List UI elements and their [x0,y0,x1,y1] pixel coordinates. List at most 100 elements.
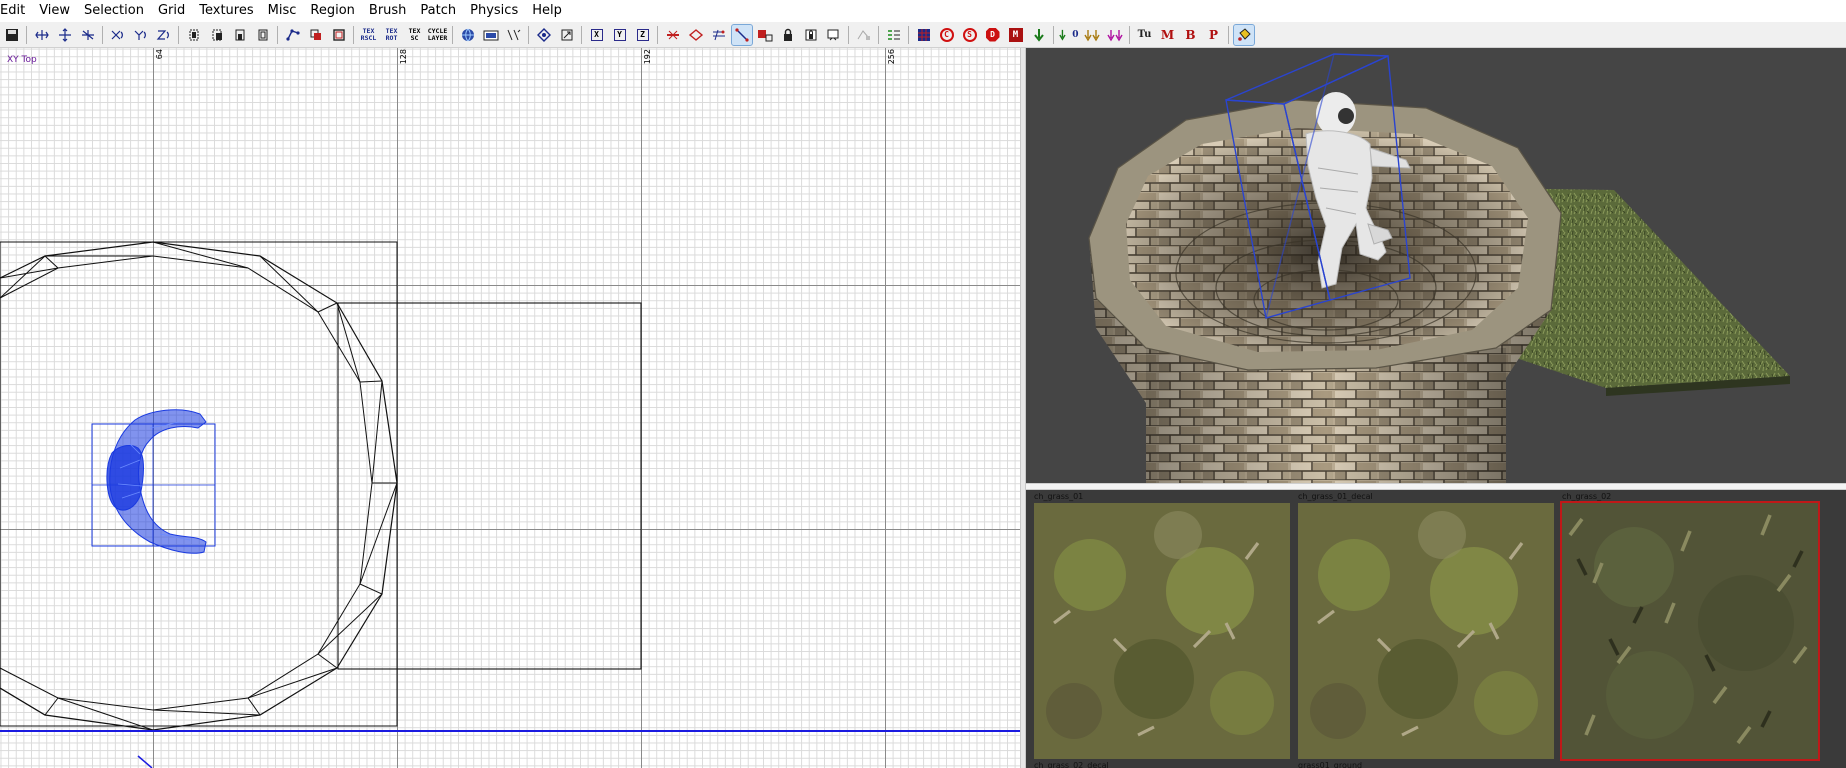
menu-patch[interactable]: Patch [413,0,463,22]
filter-no-icon[interactable]: S [960,25,980,45]
csg-subtract-icon[interactable] [283,25,303,45]
filter-m-icon[interactable]: M [1006,25,1026,45]
patch-lock-icon[interactable] [801,25,821,45]
toolbar-separator [848,25,849,44]
rotate-x-icon[interactable] [108,25,128,45]
texture-preview [1298,503,1554,759]
select-complete-tall-icon[interactable] [184,25,204,45]
camera-direction-line [137,755,153,768]
model-wireframe [106,409,207,554]
edge-select-icon[interactable] [663,25,683,45]
toolbar-separator [452,25,453,44]
clipper-icon[interactable] [504,25,524,45]
camera-view-icon[interactable] [481,25,501,45]
texture-tile[interactable]: ch_grass_01_decal [1298,490,1554,768]
filter-d-icon[interactable]: D [983,25,1003,45]
paint-bucket-icon[interactable] [1232,23,1255,46]
main-toolbar: TEX RSCL TEX ROT TEX SC CYCLE LAYER X Y Z C … [0,22,1846,48]
select-partial-tall-icon[interactable] [230,25,250,45]
toolbar-separator [26,25,27,44]
texture-name: ch_grass_02_decal [1034,761,1109,768]
vertex-select-icon[interactable] [686,25,706,45]
texture-preview [1034,503,1290,759]
texture-rotate-button[interactable]: TEX ROT [382,25,402,45]
xy-top-view[interactable]: XY Top 64 128 192 256 [0,48,1020,768]
b-button[interactable]: B [1181,25,1201,45]
texture-tile[interactable]: ch_grass_02_decal [1034,760,1290,768]
texture-preview [1560,501,1820,761]
tu-button[interactable]: Tu [1135,25,1155,45]
rotate-z-icon[interactable] [154,25,174,45]
save-icon[interactable] [2,25,22,45]
cycle-layer-button[interactable]: CYCLE LAYER [428,25,448,45]
texture-name: ch_grass_02 [1562,492,1612,501]
texture-browser[interactable]: ch_grass_01 ch_grass_01_decal ch_grass_0… [1026,490,1846,768]
menu-bar: Edit View Selection Grid Textures Misc R… [0,0,1846,22]
toolbar-separator [277,25,278,44]
globe-icon[interactable] [458,25,478,45]
texture-scale-button[interactable]: TEX SC [405,25,425,45]
down-zero-icon[interactable]: 0 [1058,25,1079,45]
radiant-editor-window: Edit View Selection Grid Textures Misc R… [0,0,1846,768]
toolbar-separator [878,25,879,44]
select-inside-icon[interactable] [253,25,273,45]
drag-edge-icon[interactable] [730,23,753,46]
lock-icon[interactable] [778,25,798,45]
toolbar-separator [657,25,658,44]
texture-name: grass01_ground [1298,761,1363,768]
menu-selection[interactable]: Selection [77,0,151,22]
select-touching-icon[interactable] [207,25,227,45]
camera-scene [1088,53,1790,483]
filter-grid-icon[interactable] [914,25,934,45]
view-splitter-horizontal[interactable] [1026,483,1846,490]
toolbar-separator [178,25,179,44]
multi-down-icon[interactable] [1082,25,1102,45]
p-button[interactable]: P [1204,25,1224,45]
menu-brush[interactable]: Brush [362,0,414,22]
menu-grid[interactable]: Grid [151,0,192,22]
rotate-y-icon[interactable] [131,25,151,45]
toolbar-separator [1228,25,1229,44]
menu-misc[interactable]: Misc [261,0,304,22]
arrow-down-green-icon[interactable] [1029,25,1049,45]
filter-circle-icon[interactable]: C [937,25,957,45]
menu-view[interactable]: View [32,0,77,22]
show-patches-icon[interactable] [824,25,844,45]
texture-name: ch_grass_01 [1034,492,1084,501]
toolbar-separator [102,25,103,44]
flip-x-icon[interactable] [32,25,52,45]
toolbar-separator [1129,25,1130,44]
scale-icon[interactable] [557,25,577,45]
entity-list-icon[interactable] [884,25,904,45]
flip-z-icon[interactable] [78,25,98,45]
face-select-icon[interactable] [709,25,729,45]
flip-y-icon[interactable] [55,25,75,45]
csg-hollow-icon[interactable] [306,25,326,45]
texture-lock-icon[interactable] [755,25,775,45]
axis-y-button[interactable]: Y [610,25,630,45]
toolbar-separator [581,25,582,44]
dimmed-tool-icon [854,25,874,45]
csg-merge-icon[interactable] [329,25,349,45]
texture-tile[interactable]: ch_grass_01 [1034,490,1290,768]
toolbar-separator [908,25,909,44]
camera-3d-view[interactable] [1026,48,1846,483]
entity-icon[interactable] [534,25,554,45]
axis-z-button[interactable]: Z [633,25,653,45]
grass-brush-outline [337,302,642,670]
menu-physics[interactable]: Physics [463,0,525,22]
multi-down-pink-icon[interactable] [1105,25,1125,45]
menu-region[interactable]: Region [303,0,362,22]
toolbar-separator [528,25,529,44]
texture-tile-selected[interactable]: ch_grass_02 [1560,490,1820,768]
m-button[interactable]: M [1158,25,1178,45]
menu-help[interactable]: Help [525,0,569,22]
texture-tile[interactable]: grass01_ground [1298,760,1554,768]
toolbar-separator [353,25,354,44]
toolbar-separator [1053,25,1054,44]
texture-name: ch_grass_01_decal [1298,492,1373,501]
menu-edit[interactable]: Edit [0,0,32,22]
axis-x-button[interactable]: X [587,25,607,45]
menu-textures[interactable]: Textures [192,0,260,22]
texture-rescale-button[interactable]: TEX RSCL [359,25,379,45]
